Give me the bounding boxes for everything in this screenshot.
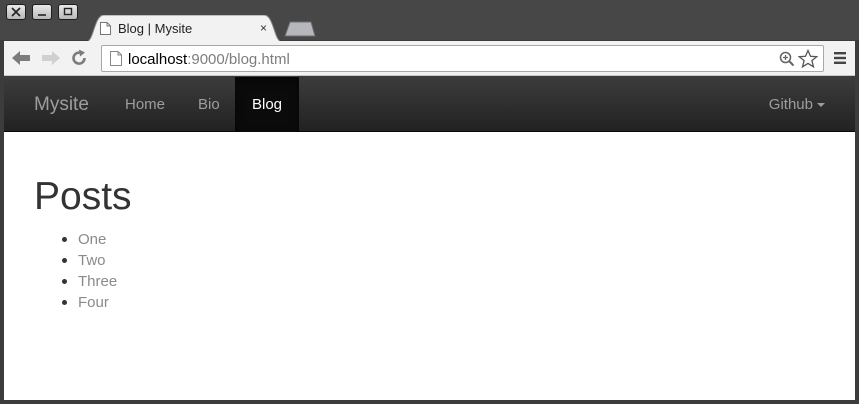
page-info-icon[interactable] <box>110 51 122 66</box>
post-link-two[interactable]: Two <box>62 250 132 271</box>
address-bar[interactable]: localhost:9000/blog.html <box>101 45 824 72</box>
browser-menu-icon[interactable] <box>833 51 847 65</box>
page-icon <box>100 22 111 35</box>
nav-item-home[interactable]: Home <box>108 77 182 132</box>
maximize-icon <box>63 7 73 16</box>
zoom-icon[interactable] <box>779 51 795 67</box>
bookmark-star-icon[interactable] <box>798 49 818 69</box>
close-icon <box>11 7 21 17</box>
tab-close-icon[interactable]: × <box>260 22 267 34</box>
post-link-four[interactable]: Four <box>62 292 132 313</box>
page-heading: Posts <box>34 175 132 218</box>
navbar-brand[interactable]: Mysite <box>34 94 89 116</box>
browser-toolbar: localhost:9000/blog.html <box>4 41 855 76</box>
minimize-icon <box>38 14 46 16</box>
page-viewport: Mysite Home Bio Blog Github Posts One Tw… <box>4 77 855 400</box>
window-close-button[interactable] <box>6 4 26 20</box>
post-link-one[interactable]: One <box>62 229 132 250</box>
forward-arrow-icon[interactable] <box>40 49 62 67</box>
github-dropdown-label: Github <box>768 96 813 113</box>
window-minimize-button[interactable] <box>32 4 52 20</box>
nav-item-blog[interactable]: Blog <box>235 77 300 132</box>
github-dropdown[interactable]: Github <box>769 77 825 132</box>
caret-down-icon <box>817 103 825 108</box>
window-maximize-button[interactable] <box>58 4 78 20</box>
reload-icon[interactable] <box>70 49 88 67</box>
nav-item-bio[interactable]: Bio <box>181 77 237 132</box>
main-content: Posts One Two Three Four <box>34 175 132 313</box>
url-path: :9000/blog.html <box>187 51 290 68</box>
url-text[interactable]: localhost:9000/blog.html <box>128 51 290 68</box>
window-titlebar: Blog | Mysite × <box>0 0 859 42</box>
url-host: localhost <box>128 51 188 68</box>
post-link-three[interactable]: Three <box>62 271 132 292</box>
new-tab-button[interactable] <box>283 21 317 37</box>
browser-tab-active[interactable]: Blog | Mysite × <box>86 15 282 42</box>
site-navbar: Mysite Home Bio Blog Github <box>4 77 855 132</box>
posts-list: One Two Three Four <box>34 229 132 313</box>
tab-title: Blog | Mysite <box>118 21 193 36</box>
back-arrow-icon[interactable] <box>10 49 32 67</box>
